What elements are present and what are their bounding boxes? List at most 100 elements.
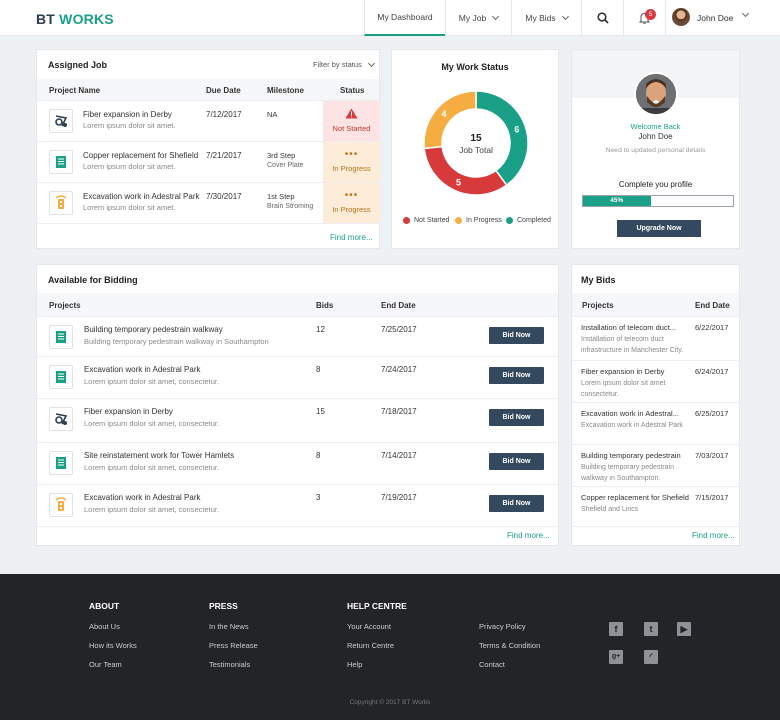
bid-title[interactable]: Building temporary pedestrain: [581, 451, 681, 460]
legend-not-started: Not Started: [403, 217, 449, 224]
footer-link[interactable]: Press Release: [209, 641, 258, 650]
rss-icon[interactable]: ◜: [644, 650, 658, 664]
col-project-name: Project Name: [49, 86, 101, 95]
legend-label: In Progress: [466, 217, 502, 224]
notifications-button[interactable]: [623, 0, 665, 36]
nav-my-bids[interactable]: My Bids: [511, 0, 581, 36]
list-item[interactable]: Fiber expansion in Derby Lorem ipsum dolo…: [572, 361, 739, 403]
bid-now-button[interactable]: Bid Now: [489, 453, 544, 470]
bidding-table-header: Projects Bids End Date: [37, 293, 558, 317]
find-more-link[interactable]: Find more...: [507, 531, 550, 540]
list-item[interactable]: Copper replacement for Shefield Shefield …: [572, 487, 739, 527]
bid-desc: Lorem ipsum dolor sit amet consectetur.: [581, 380, 666, 398]
footer-link[interactable]: Terms & Condition: [479, 641, 540, 650]
table-row[interactable]: Site reinstatement work for Tower Hamlet…: [37, 443, 558, 485]
table-row[interactable]: Excavation work in Adestral Park Lorem ip…: [37, 485, 558, 527]
document-list-icon: [49, 365, 73, 389]
table-row[interactable]: Building temporary pedestrain walkway Bui…: [37, 317, 558, 357]
status-label: In Progress: [332, 205, 371, 214]
search-button[interactable]: [581, 0, 623, 36]
legend-dot: [403, 217, 410, 224]
project-desc: Building temporary pedestrain walkway in…: [84, 337, 269, 346]
list-item[interactable]: Installation of telecom duct... Installat…: [572, 317, 739, 361]
list-item[interactable]: Excavation work in Adestral... Excavation…: [572, 403, 739, 445]
project-title[interactable]: Excavation work in Adestral Park: [84, 365, 201, 374]
end-date: 7/18/2017: [381, 407, 417, 416]
col-projects: Projects: [49, 301, 81, 310]
list-item[interactable]: Building temporary pedestrain Building te…: [572, 445, 739, 487]
brand-logo[interactable]: BT WORKS: [36, 11, 114, 27]
end-date: 7/03/2017: [695, 451, 729, 460]
upgrade-now-button[interactable]: Upgrade Now: [617, 220, 701, 237]
table-row[interactable]: Fiber expansion in Derby Lorem ipsum dol…: [37, 101, 380, 142]
nav-my-dashboard[interactable]: My Dashboard: [364, 0, 445, 36]
donut-value-label: 5: [456, 177, 461, 187]
work-status-title: My Work Status: [441, 62, 509, 72]
complete-profile-label: Complete you profile: [618, 180, 693, 189]
table-row[interactable]: Excavation work in Adestral Park Lorem i…: [37, 183, 380, 224]
due-date: 7/12/2017: [206, 110, 242, 119]
col-end-date: End Date: [381, 301, 416, 310]
user-name[interactable]: John Doe: [697, 13, 733, 23]
end-date: 7/19/2017: [381, 493, 417, 502]
project-title[interactable]: Building temporary pedestrain walkway: [84, 325, 223, 334]
copyright-text: Copyright © 2017 BT Works: [349, 699, 431, 706]
bid-count: 12: [316, 325, 325, 334]
table-row[interactable]: Fiber expansion in Derby Lorem ipsum dolo…: [37, 399, 558, 443]
notification-badge: 5: [645, 9, 656, 20]
footer-link[interactable]: Testimonials: [209, 660, 250, 669]
bid-title[interactable]: Copper replacement for Shefield: [581, 493, 689, 502]
table-row[interactable]: Excavation work in Adestral Park Lorem ip…: [37, 357, 558, 399]
project-title[interactable]: Excavation work in Adestral Park: [83, 192, 200, 201]
bid-title[interactable]: Fiber expansion in Derby: [581, 367, 664, 376]
nav-my-job-label: My Job: [458, 13, 487, 23]
end-date: 7/24/2017: [381, 365, 417, 374]
profile-avatar[interactable]: [634, 72, 678, 116]
facebook-icon[interactable]: f: [609, 622, 623, 636]
footer-link[interactable]: Help: [347, 660, 362, 669]
donut-total-label: Job Total: [459, 145, 493, 155]
bid-now-button[interactable]: Bid Now: [489, 327, 544, 344]
footer-link[interactable]: Your Account: [347, 622, 391, 631]
project-title[interactable]: Fiber expansion in Derby: [83, 110, 172, 119]
legend-dot: [506, 217, 513, 224]
filter-by-status-dropdown[interactable]: Filter by status: [313, 59, 375, 69]
status-label: In Progress: [332, 164, 371, 173]
milestone-step: Cover Plate: [267, 162, 304, 169]
document-list-icon: [49, 451, 73, 475]
footer-link[interactable]: In the News: [209, 622, 249, 631]
bid-now-button[interactable]: Bid Now: [489, 495, 544, 512]
footer-link[interactable]: Return Centre: [347, 641, 394, 650]
legend-in-progress: In Progress: [455, 217, 502, 224]
legend-label: Not Started: [414, 217, 450, 224]
youtube-icon[interactable]: ▶: [677, 622, 691, 636]
milestone: 3rd Step: [267, 151, 296, 160]
project-title[interactable]: Fiber expansion in Derby: [84, 407, 173, 416]
footer-link[interactable]: Contact: [479, 660, 505, 669]
document-list-icon: [49, 325, 73, 349]
nav-my-job[interactable]: My Job: [445, 0, 511, 36]
footer-link[interactable]: How its Works: [89, 641, 137, 650]
find-more-link[interactable]: Find more...: [330, 233, 373, 242]
bid-count: 3: [316, 493, 321, 502]
project-title[interactable]: Site reinstatement work for Tower Hamlet…: [84, 451, 234, 460]
bid-now-button[interactable]: Bid Now: [489, 367, 544, 384]
bid-now-button[interactable]: Bid Now: [489, 409, 544, 426]
project-title[interactable]: Copper replacement for Shefield: [83, 151, 198, 160]
bid-title[interactable]: Excavation work in Adestral...: [581, 409, 679, 418]
assigned-job-card: Assigned Job Filter by status Project Na…: [36, 49, 380, 249]
footer-link[interactable]: Our Team: [89, 660, 122, 669]
status-badge: ••• In Progress: [323, 183, 380, 223]
twitter-icon[interactable]: t: [644, 622, 658, 636]
filter-label: Filter by status: [313, 60, 362, 69]
traffic-light-icon: [49, 191, 73, 215]
footer-link[interactable]: About Us: [89, 622, 120, 631]
user-avatar[interactable]: [672, 8, 690, 26]
bid-title[interactable]: Installation of telecom duct...: [581, 323, 676, 332]
project-title[interactable]: Excavation work in Adestral Park: [84, 493, 201, 502]
find-more-link[interactable]: Find more...: [692, 531, 735, 540]
footer-link[interactable]: Privacy Policy: [479, 622, 526, 631]
google-plus-icon[interactable]: g+: [609, 650, 623, 664]
bidding-title: Available for Bidding: [48, 275, 138, 285]
table-row[interactable]: Copper replacement for Shefield Lorem ip…: [37, 142, 380, 183]
